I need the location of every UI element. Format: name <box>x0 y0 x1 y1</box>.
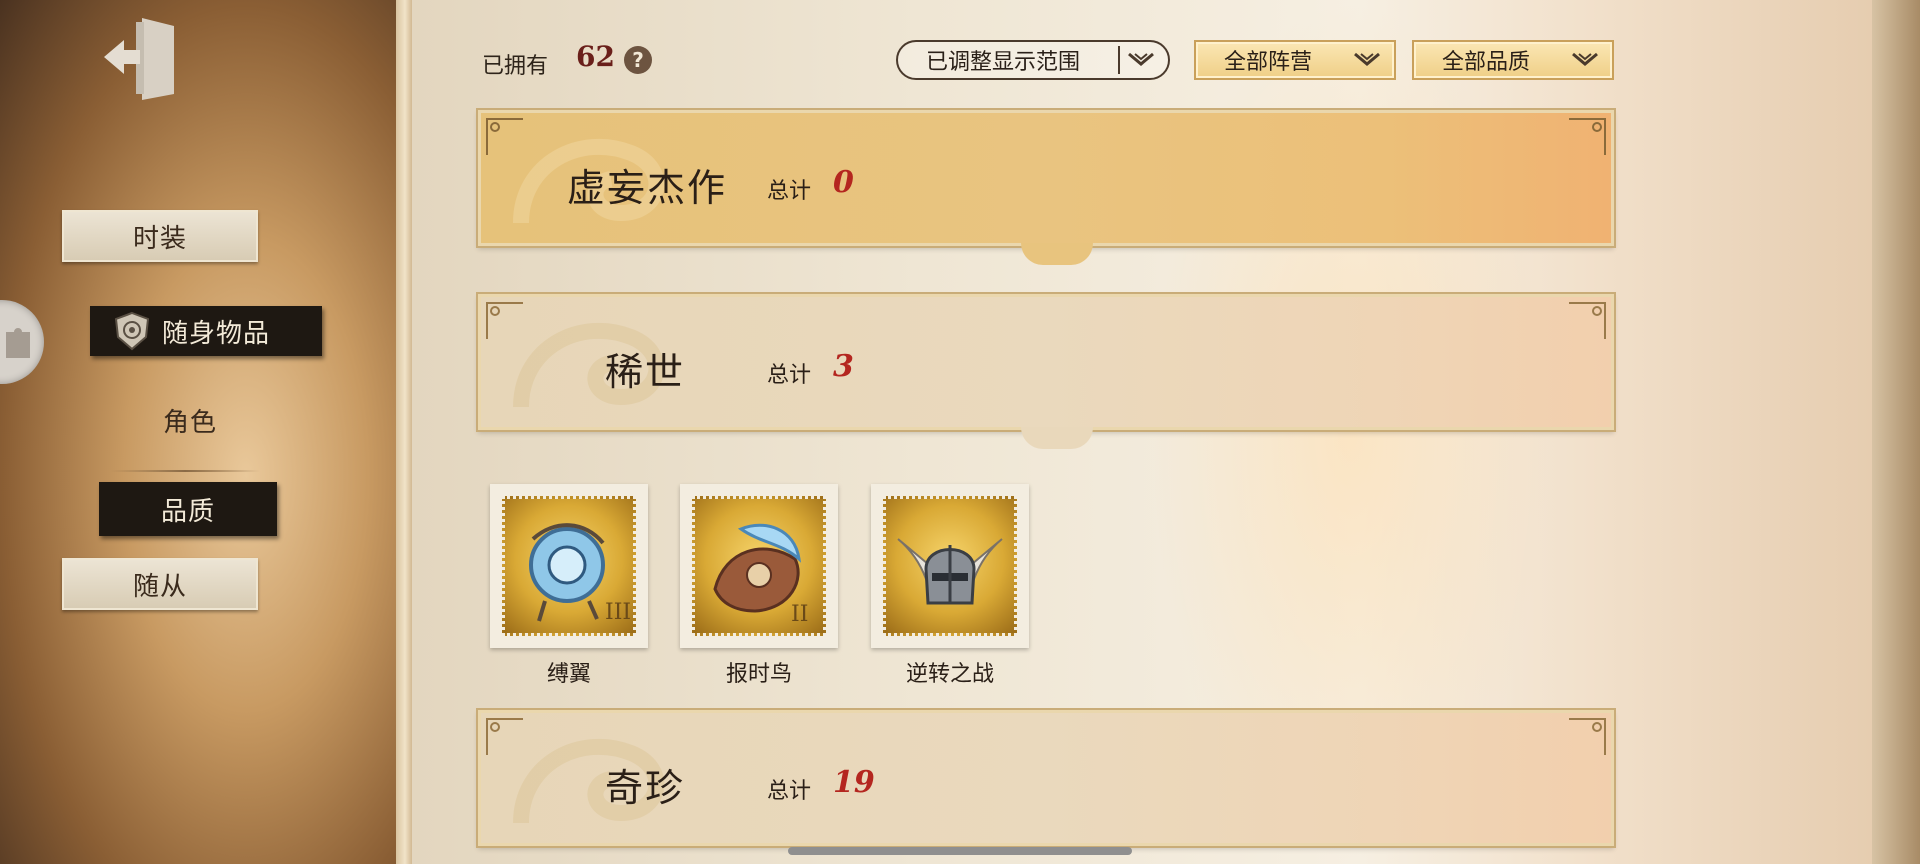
item-stamp-inner <box>883 496 1017 636</box>
tab-costume-label: 时装 <box>132 223 187 254</box>
display-range-dropdown[interactable]: 已调整显示范围 <box>896 40 1170 80</box>
right-edge <box>1872 0 1920 864</box>
tab-character-label: 角色 <box>162 407 217 438</box>
clock-bird-icon: II <box>713 523 808 627</box>
bound-wings-orb-icon: III <box>529 523 631 625</box>
exit-button[interactable] <box>100 14 180 100</box>
category-banner[interactable]: 虚妄杰作 总计 0 <box>478 110 1614 265</box>
corner-ornament-icon <box>1569 302 1606 339</box>
total-label: 总计 <box>767 363 812 388</box>
corner-ornament-icon <box>486 118 523 155</box>
total-count: 19 <box>833 765 875 800</box>
quality-label: 全部品质 <box>1442 50 1531 75</box>
corner-ornament-icon <box>486 718 523 755</box>
faction-dropdown[interactable]: 全部阵营 <box>1194 40 1396 80</box>
category-title: 稀世 <box>605 350 686 394</box>
corner-ornament-icon <box>1569 718 1606 755</box>
item-card[interactable]: 逆转之战 <box>871 484 1029 687</box>
tab-character[interactable]: 角色 <box>110 398 270 442</box>
item-stamp: II <box>680 484 838 648</box>
category-banner[interactable]: 奇珍 总计 19 <box>478 710 1614 846</box>
tab-accessories-label: 随身物品 <box>162 318 271 349</box>
item-name: 报时鸟 <box>725 662 792 687</box>
corner-ornament-icon <box>486 302 523 339</box>
tab-accessories[interactable]: 随身物品 <box>90 306 322 356</box>
tab-quality-label: 品质 <box>160 496 215 527</box>
tab-followers[interactable]: 随从 <box>62 558 258 610</box>
quality-dropdown[interactable]: 全部品质 <box>1412 40 1614 80</box>
category-title: 奇珍 <box>605 766 686 810</box>
help-icon[interactable]: ? <box>624 46 652 74</box>
total-count: 0 <box>833 165 854 200</box>
display-range-label: 已调整显示范围 <box>926 50 1081 75</box>
item-stamp-inner: III <box>502 496 636 636</box>
total-label: 总计 <box>767 179 812 204</box>
total-label: 总计 <box>767 779 812 804</box>
item-stamp-inner: II <box>692 496 826 636</box>
item-card[interactable]: II 报时鸟 <box>680 484 838 687</box>
banner-notch <box>1021 427 1093 449</box>
tab-divider <box>110 470 260 472</box>
svg-text:II: II <box>791 602 808 627</box>
tab-costume[interactable]: 时装 <box>62 210 258 262</box>
exit-door-icon <box>104 18 174 100</box>
owned-count: 62 <box>576 40 615 73</box>
category-title: 虚妄杰作 <box>567 166 728 210</box>
svg-text:III: III <box>605 600 631 625</box>
item-stamp: III <box>490 484 648 648</box>
chevron-down-icon <box>1568 46 1602 74</box>
puzzle-icon <box>6 328 30 358</box>
shield-emblem-icon <box>114 311 150 351</box>
item-stamp <box>871 484 1029 648</box>
item-name: 逆转之战 <box>905 662 994 687</box>
item-card[interactable]: III 缚翼 <box>490 484 648 687</box>
home-indicator[interactable] <box>788 847 1132 855</box>
total-count: 3 <box>833 349 854 384</box>
chevron-down-icon <box>1350 46 1384 74</box>
owned-label: 已拥有 <box>482 54 549 79</box>
tab-followers-label: 随从 <box>132 571 187 602</box>
dropdown-separator <box>1118 46 1120 74</box>
chevron-down-icon <box>1124 46 1158 74</box>
corner-ornament-icon <box>1569 118 1606 155</box>
tab-quality[interactable]: 品质 <box>99 482 277 536</box>
category-banner[interactable]: 稀世 总计 3 <box>478 294 1614 449</box>
banner-notch <box>1021 243 1093 265</box>
winged-helmet-icon <box>897 538 1003 605</box>
item-name: 缚翼 <box>546 662 591 687</box>
faction-label: 全部阵营 <box>1224 50 1313 75</box>
